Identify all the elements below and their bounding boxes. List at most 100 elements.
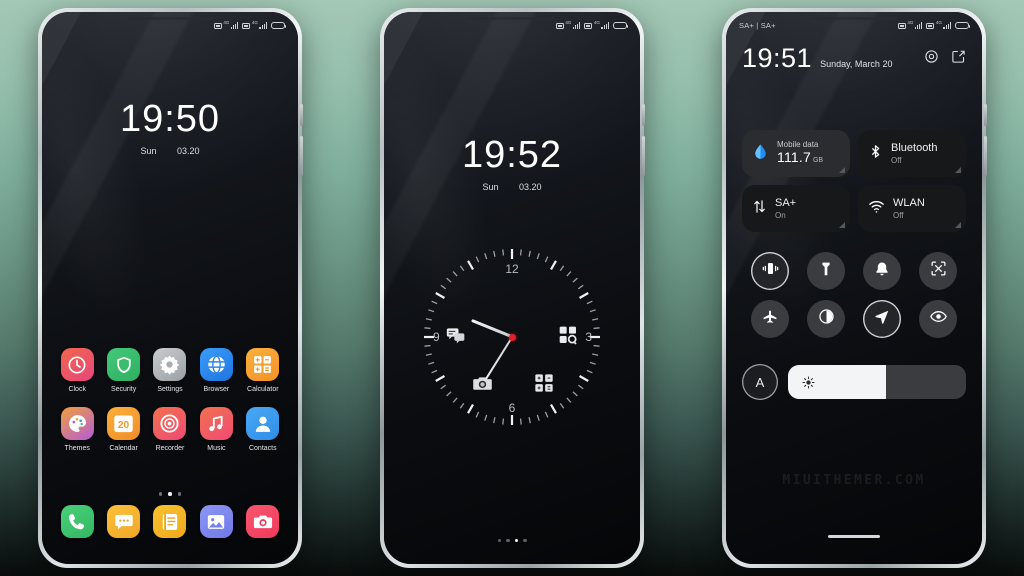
- sim1-signal-icon: 4G: [555, 21, 581, 29]
- brightness-slider[interactable]: [788, 365, 966, 399]
- tile-text: Mobile data 111.7 GB: [777, 140, 823, 168]
- app-calculator[interactable]: Calculator: [240, 348, 286, 393]
- eye-icon: [929, 308, 947, 330]
- sun-icon: [802, 375, 815, 389]
- tile-expand-corner[interactable]: [839, 167, 845, 173]
- brightness-row: A: [742, 364, 966, 400]
- tile-label: SA+: [775, 196, 797, 209]
- tile-expand-corner[interactable]: [955, 167, 961, 173]
- apps-search-icon: [559, 326, 577, 345]
- dock-gallery[interactable]: [193, 505, 239, 538]
- camera-icon: [246, 505, 280, 538]
- analog-clock-widget[interactable]: 12 3 6 9: [419, 244, 605, 430]
- app-browser[interactable]: Browser: [193, 348, 239, 393]
- side-button-bottom[interactable]: [642, 136, 645, 176]
- page-indicator: [42, 492, 298, 496]
- message-icon: [107, 505, 141, 538]
- app-label: Security: [110, 386, 137, 393]
- app-recorder[interactable]: Recorder: [147, 407, 193, 452]
- tile-state: On: [775, 211, 786, 221]
- tile-expand-corner[interactable]: [955, 222, 961, 228]
- page-dot[interactable]: [514, 538, 518, 542]
- gear-icon[interactable]: [924, 49, 939, 69]
- tile-value: 111.7: [777, 148, 811, 165]
- page-dot[interactable]: [177, 492, 182, 496]
- dock-messages[interactable]: [100, 505, 146, 538]
- globe-icon: [199, 348, 233, 381]
- app-search-shortcut[interactable]: [557, 324, 579, 346]
- side-button-bottom[interactable]: [984, 136, 987, 176]
- clock-numeral-6: 6: [508, 401, 516, 415]
- notes-icon: [153, 505, 187, 538]
- contacts-icon: [246, 407, 280, 440]
- app-label: Calculator: [247, 386, 279, 393]
- messages-shortcut[interactable]: [445, 324, 467, 346]
- screenshot-icon: [930, 260, 947, 282]
- status-icons: 4G 4G: [555, 21, 629, 29]
- page-dot[interactable]: [523, 538, 527, 542]
- bell-icon: [874, 261, 890, 282]
- side-button-top[interactable]: [300, 104, 303, 126]
- flashlight-toggle[interactable]: [807, 252, 845, 290]
- vibrate-toggle[interactable]: [751, 252, 789, 290]
- screenshot-toggle[interactable]: [919, 252, 957, 290]
- dock-notes[interactable]: [147, 505, 193, 538]
- airplane-toggle[interactable]: [751, 300, 789, 338]
- location-toggle[interactable]: [863, 300, 901, 338]
- data-transfer-icon: [752, 199, 767, 219]
- tile-text: SA+ On: [775, 197, 796, 221]
- sim1-network-label: 4G: [223, 20, 230, 26]
- music-icon: [199, 407, 233, 440]
- app-security[interactable]: Security: [100, 348, 146, 393]
- airplane-icon: [762, 309, 778, 330]
- app-contacts[interactable]: Contacts: [240, 407, 286, 452]
- calculator-shortcut[interactable]: [533, 372, 555, 394]
- edit-icon[interactable]: [951, 49, 966, 69]
- page-dot[interactable]: [168, 492, 172, 496]
- clock-widget[interactable]: 19:50 Sun 03.20: [42, 100, 298, 156]
- palette-icon: [60, 407, 94, 440]
- camera-shortcut[interactable]: [471, 372, 493, 394]
- clock-weekday: Sun: [140, 146, 157, 156]
- app-music[interactable]: Music: [193, 407, 239, 452]
- clock-date: 03.20: [519, 182, 542, 192]
- wlan-tile[interactable]: WLAN Off: [858, 185, 966, 232]
- phone-center: 4G 4G 19:52 Sun 03.20 12 3 6 9: [380, 8, 645, 568]
- reading-mode-toggle[interactable]: [919, 300, 957, 338]
- cc-header-actions: [924, 49, 966, 72]
- side-button-top[interactable]: [642, 104, 645, 126]
- battery-icon: [955, 21, 971, 29]
- page-dot[interactable]: [497, 538, 501, 542]
- battery-icon: [271, 21, 287, 29]
- sim1-signal-icon: 4G: [897, 21, 923, 29]
- home-indicator[interactable]: [828, 534, 880, 538]
- vibrate-icon: [762, 260, 779, 282]
- tile-expand-corner[interactable]: [839, 222, 845, 228]
- app-themes[interactable]: Themes: [54, 407, 100, 452]
- app-calendar[interactable]: 20 Calendar: [100, 407, 146, 452]
- dock-phone[interactable]: [54, 505, 100, 538]
- side-button-bottom[interactable]: [300, 136, 303, 176]
- tile-label: Bluetooth: [891, 141, 938, 154]
- app-clock[interactable]: Clock: [54, 348, 100, 393]
- page-dot[interactable]: [158, 492, 163, 496]
- dock-camera[interactable]: [240, 505, 286, 538]
- auto-brightness-button[interactable]: A: [742, 364, 778, 400]
- sound-toggle[interactable]: [863, 252, 901, 290]
- app-settings[interactable]: Settings: [147, 348, 193, 393]
- wallpaper: [42, 12, 298, 564]
- battery-icon: [613, 21, 629, 29]
- clock-widget[interactable]: 19:52 Sun 03.20: [384, 136, 640, 192]
- phone-icon: [60, 505, 94, 538]
- side-button-top[interactable]: [984, 104, 987, 126]
- dark-mode-toggle[interactable]: [807, 300, 845, 338]
- sim2-network-label: 4G: [251, 20, 258, 26]
- flashlight-icon: [818, 261, 834, 282]
- bluetooth-tile[interactable]: Bluetooth Off: [858, 130, 966, 177]
- status-carrier: SA+ | SA+: [739, 20, 776, 30]
- cc-date: Sunday, March 20: [820, 58, 893, 69]
- mobile-data-tile[interactable]: Mobile data 111.7 GB: [742, 130, 850, 177]
- sa-plus-tile[interactable]: SA+ On: [742, 185, 850, 232]
- page-dot[interactable]: [506, 538, 510, 542]
- brightness-slider-fill: [788, 365, 886, 399]
